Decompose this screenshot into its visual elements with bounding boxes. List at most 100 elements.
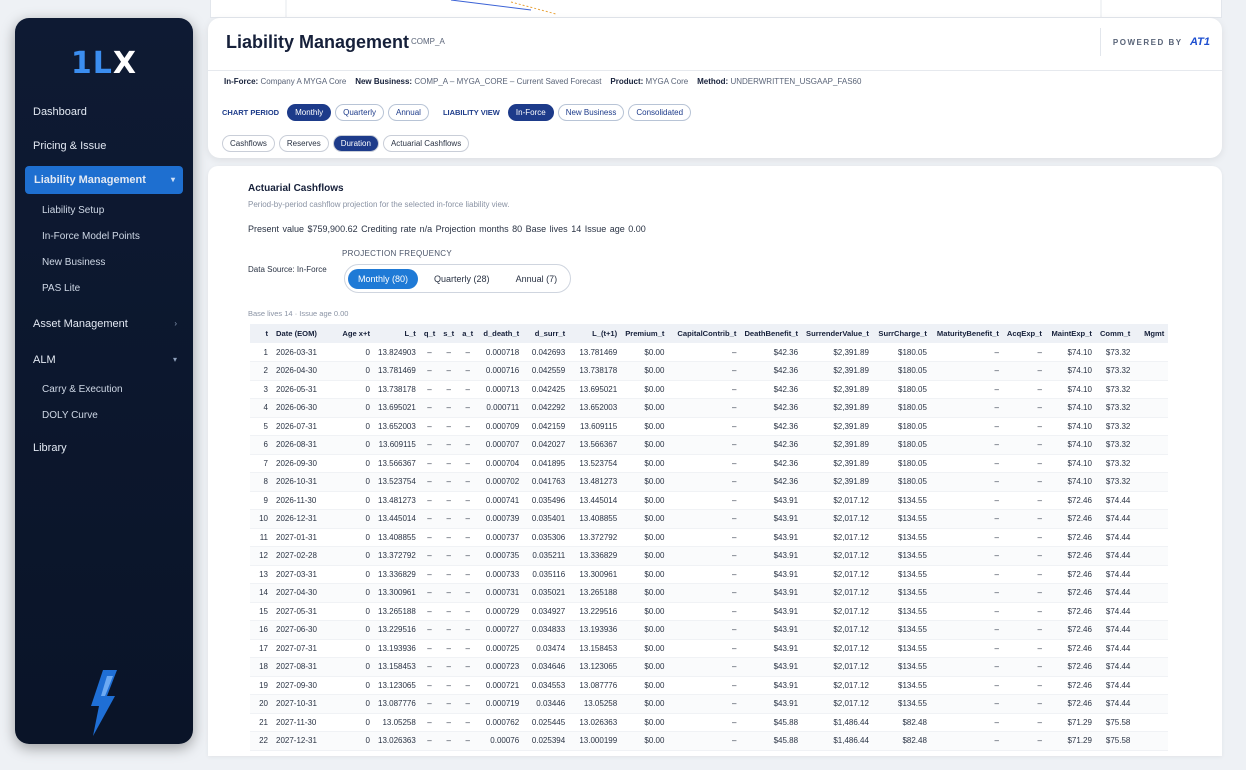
view-consolidated-button[interactable]: Consolidated xyxy=(628,104,692,121)
table-cell: 11 xyxy=(259,532,268,542)
column-header[interactable]: t xyxy=(250,324,272,343)
table-cell: – xyxy=(994,662,999,672)
table-cell: – xyxy=(446,440,451,450)
column-header[interactable]: AcqExp_t xyxy=(1003,324,1046,343)
table-cell: 13.738178 xyxy=(378,384,416,394)
column-header[interactable]: SurrenderValue_t xyxy=(802,324,873,343)
column-header[interactable]: d_surr_t xyxy=(523,324,569,343)
app-logo[interactable]: 1LX xyxy=(15,46,193,81)
table-cell: 0.000739 xyxy=(485,514,520,524)
period-annual-button[interactable]: Annual xyxy=(388,104,429,121)
table-cell: $0.00 xyxy=(644,366,665,376)
sidebar-item-library[interactable]: Library xyxy=(15,431,193,465)
table-cell: – xyxy=(731,717,737,727)
tab-actuarial-cashflows[interactable]: Actuarial Cashflows xyxy=(382,135,470,152)
new-business-value: COMP_A – MYGA_CORE – Current Saved Forec… xyxy=(414,77,602,86)
table-cell: – xyxy=(427,347,432,357)
table-cell: – xyxy=(1037,403,1042,413)
logo-x: X xyxy=(112,46,138,81)
table-cell: 0 xyxy=(365,588,370,598)
chevron-down-icon: ▾ xyxy=(170,175,175,184)
tab-reserves[interactable]: Reserves xyxy=(278,135,329,152)
table-cell: $73.32 xyxy=(1105,421,1131,431)
table-cell: 0.042425 xyxy=(531,384,566,394)
sidebar-subitem-doly-curve[interactable]: DOLY Curve xyxy=(15,403,193,429)
liability-view-label: LIABILITY VIEW xyxy=(442,108,500,117)
sidebar-subitem-carry-execution[interactable]: Carry & Execution xyxy=(15,377,193,403)
table-cell: 0.000737 xyxy=(485,532,520,542)
powered-by: POWERED BY AT1 xyxy=(1099,28,1210,56)
table-cell: – xyxy=(446,403,451,413)
column-header[interactable]: L_t xyxy=(374,324,420,343)
table-cell: – xyxy=(465,532,470,542)
table-cell: $180.05 xyxy=(898,384,927,394)
freq-monthly-button[interactable]: Monthly (80) xyxy=(348,268,419,289)
sidebar-item-pricing-issue[interactable]: Pricing & Issue xyxy=(15,129,193,163)
table-cell: 2027-03-31 xyxy=(276,569,317,579)
column-header[interactable]: Mgmt xyxy=(1134,324,1168,343)
freq-quarterly-button[interactable]: Quarterly (28) xyxy=(424,269,500,289)
sidebar-item-asset-management[interactable]: Asset Management › xyxy=(15,307,193,341)
period-monthly-button[interactable]: Monthly xyxy=(287,104,332,121)
actuarial-cashflow-table: t Date (EOM) Age x+t L_t q_t s_t a_t d_death_t d… xyxy=(250,324,1169,751)
column-header[interactable]: a_t xyxy=(458,324,477,343)
column-header[interactable]: s_t xyxy=(439,324,458,343)
view-new-business-button[interactable]: New Business xyxy=(557,104,625,121)
column-header[interactable]: d_death_t xyxy=(477,324,523,343)
column-header[interactable]: q_t xyxy=(420,324,439,343)
tab-cashflows[interactable]: Cashflows xyxy=(222,135,275,152)
column-header[interactable]: DeathBenefit_t xyxy=(740,324,802,343)
table-cell: $134.55 xyxy=(898,569,927,579)
context-meta: In-Force: Company A MYGA Core New Busine… xyxy=(224,77,861,86)
table-cell: – xyxy=(1037,421,1042,431)
table-cell: 0.000721 xyxy=(485,680,520,690)
column-header[interactable]: Age x+t xyxy=(330,324,374,343)
table-cell: 0.03474 xyxy=(536,643,566,653)
table-cell: – xyxy=(446,680,451,690)
sidebar-subitem-inforce-model-points[interactable]: In-Force Model Points xyxy=(15,224,193,250)
table-cell: 13.445014 xyxy=(579,495,618,505)
table-cell: 0 xyxy=(365,458,370,468)
table-cell: $73.32 xyxy=(1105,347,1131,357)
column-header[interactable]: Date (EOM) xyxy=(272,324,330,343)
column-header[interactable]: SurrCharge_t xyxy=(873,324,931,343)
freq-annual-button[interactable]: Annual (7) xyxy=(506,269,568,289)
table-cell: $74.10 xyxy=(1067,440,1092,450)
column-header[interactable]: CapitalContrib_t xyxy=(668,324,740,343)
table-cell: – xyxy=(994,514,999,524)
table-cell: – xyxy=(465,680,470,690)
column-header[interactable]: Premium_t xyxy=(621,324,668,343)
sidebar-item-alm[interactable]: ALM ▾ xyxy=(15,343,193,377)
table-cell: 2026-06-30 xyxy=(276,403,317,413)
column-header[interactable]: L_(t+1) xyxy=(569,324,621,343)
sidebar-subitem-liability-setup[interactable]: Liability Setup xyxy=(15,198,193,224)
table-cell: – xyxy=(994,680,999,690)
table-cell: 0.035496 xyxy=(531,495,566,505)
table-cell: 0.042559 xyxy=(531,366,566,376)
sidebar-subitem-new-business[interactable]: New Business xyxy=(15,250,193,276)
table-cell: 0.035021 xyxy=(531,588,566,598)
table-cell: – xyxy=(994,588,999,598)
column-header[interactable]: MaturityBenefit_t xyxy=(931,324,1003,343)
table-cell: 13.265188 xyxy=(579,588,618,598)
table-cell: – xyxy=(731,403,737,413)
sidebar-item-liability-management[interactable]: Liability Management ▾ xyxy=(25,166,183,194)
table-cell: 2027-04-30 xyxy=(276,588,317,598)
view-inforce-button[interactable]: In-Force xyxy=(507,104,554,121)
table-cell: $2,017.12 xyxy=(833,680,869,690)
at1-logo: AT1 xyxy=(1190,36,1210,48)
period-quarterly-button[interactable]: Quarterly xyxy=(335,104,385,121)
table-cell: – xyxy=(1037,662,1042,672)
table-cell: 0.000713 xyxy=(485,384,520,394)
table-cell: – xyxy=(465,625,470,635)
sidebar-item-dashboard[interactable]: Dashboard xyxy=(15,95,193,129)
table-row: 4 2026-06-30 0 13.695021 – – – 0.000711 0.042292… xyxy=(250,398,1169,417)
tab-duration[interactable]: Duration xyxy=(332,135,379,152)
table-cell: 0.041895 xyxy=(531,458,566,468)
sidebar-subitem-pas-lite[interactable]: PAS Lite xyxy=(15,276,193,302)
table-cell: $2,391.89 xyxy=(833,458,869,468)
table-cell: – xyxy=(427,366,432,376)
table-cell: – xyxy=(427,477,432,487)
column-header[interactable]: MaintExp_t xyxy=(1046,324,1096,343)
column-header[interactable]: Comm_t xyxy=(1096,324,1134,343)
